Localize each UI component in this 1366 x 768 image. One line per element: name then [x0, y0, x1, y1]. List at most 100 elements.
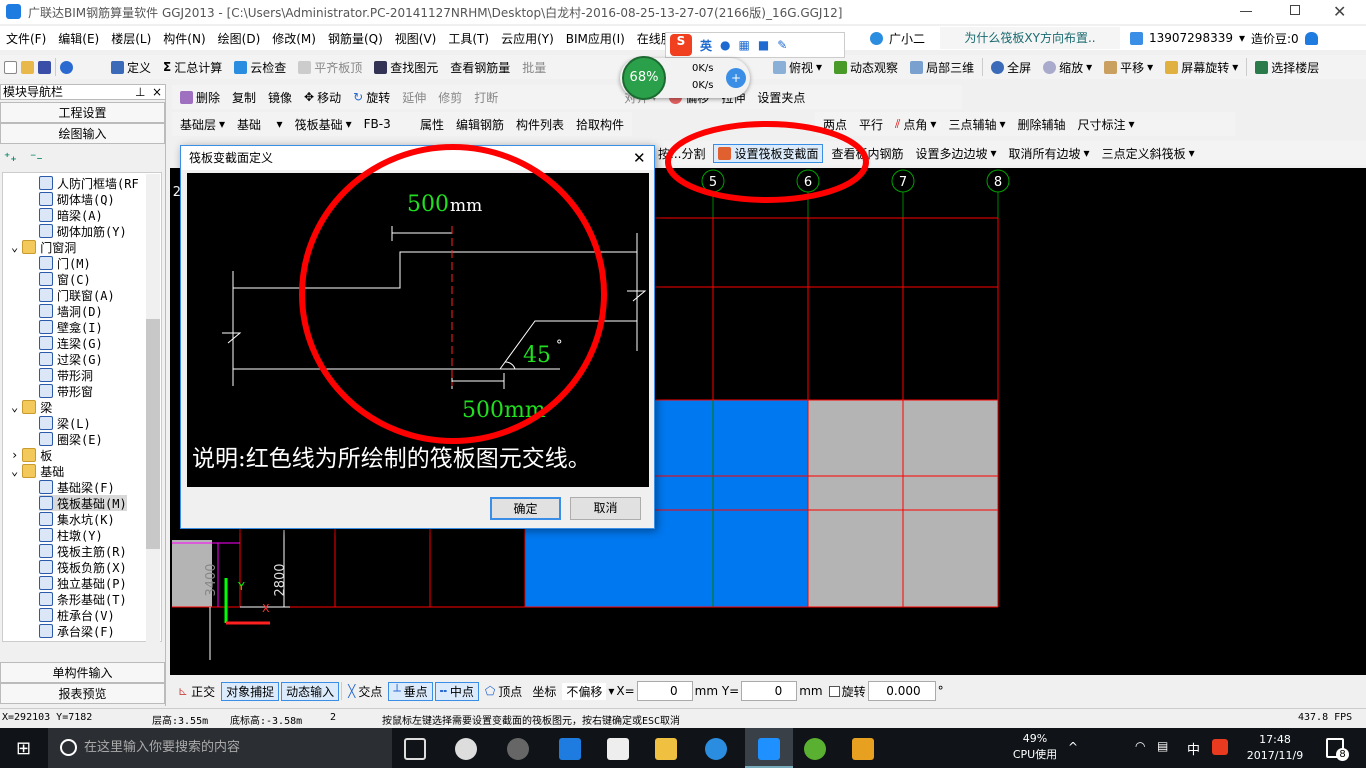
taskbar-search[interactable]: 在这里输入你要搜索的内容: [48, 728, 392, 768]
break-button[interactable]: 打断: [470, 89, 502, 106]
set-slopes-button[interactable]: 设置多边边坡 ▾: [911, 145, 1000, 162]
zoom-button[interactable]: 缩放 ▾: [1039, 59, 1096, 76]
component-list-button[interactable]: 构件列表: [512, 116, 568, 133]
tree-item[interactable]: 承台梁(F): [39, 623, 115, 639]
menu-draw[interactable]: 绘图(D): [212, 30, 267, 47]
wifi-icon[interactable]: ◠: [1135, 739, 1145, 753]
trim-button[interactable]: 修剪: [434, 89, 466, 106]
two-point-button[interactable]: 两点: [819, 116, 851, 133]
dynamic-input-toggle[interactable]: 动态输入: [281, 681, 340, 701]
dialog-title-bar[interactable]: 筏板变截面定义 ✕: [181, 146, 654, 170]
edit-rebar-button[interactable]: 编辑钢筋: [452, 116, 508, 133]
tray-expand-icon[interactable]: ^: [1068, 740, 1078, 754]
tree-item[interactable]: 连梁(G): [39, 335, 103, 351]
tree-item[interactable]: 柱墩(Y): [39, 527, 103, 543]
menu-rebar[interactable]: 钢筋量(Q): [322, 30, 389, 47]
snap-perpendicular[interactable]: ┴ 垂点: [388, 681, 433, 701]
tree-item[interactable]: 暗梁(A): [39, 207, 103, 223]
set-grip-button[interactable]: 设置夹点: [753, 89, 809, 106]
tree-item[interactable]: 壁龛(I): [39, 319, 103, 335]
expand-chevron-icon[interactable]: ⌄: [11, 240, 18, 254]
glodon-taskbar-button[interactable]: [745, 728, 793, 768]
menu-modify[interactable]: 修改(M): [266, 30, 322, 47]
clock[interactable]: 17:48 2017/11/9: [1240, 732, 1310, 764]
tree-item[interactable]: 墙洞(D): [39, 303, 103, 319]
close-panel-icon[interactable]: ×: [152, 85, 162, 99]
fullscreen-button[interactable]: 全屏: [987, 59, 1035, 76]
account[interactable]: 13907298339 ▾ 造价豆:0: [1130, 27, 1318, 49]
point-angle-button[interactable]: ⫽ 点角 ▾: [891, 116, 940, 133]
local-3d-button[interactable]: 局部三维: [906, 59, 978, 76]
task-view-icon[interactable]: [404, 738, 426, 760]
explorer-icon[interactable]: [655, 738, 677, 760]
tree-item[interactable]: 砌体墙(Q): [39, 191, 115, 207]
expand-chevron-icon[interactable]: ⌄: [11, 464, 18, 478]
ime-tray[interactable]: 中: [1187, 739, 1200, 758]
dialog-close-button[interactable]: ✕: [633, 146, 646, 170]
fan-app-icon[interactable]: [455, 738, 477, 760]
cloud-check-button[interactable]: 云检查: [230, 59, 290, 76]
tree-item[interactable]: 门联窗(A): [39, 287, 115, 303]
menu-view[interactable]: 视图(V): [389, 30, 443, 47]
save-icon[interactable]: [38, 60, 51, 74]
tree-item[interactable]: 过梁(G): [39, 351, 103, 367]
expand-all-icon[interactable]: ⁺₊: [4, 150, 17, 164]
tab-project-settings[interactable]: 工程设置: [0, 102, 165, 123]
ime-toolbar[interactable]: S 英 ● ▦ ■ ✎: [665, 32, 845, 58]
menu-component[interactable]: 构件(N): [157, 30, 211, 47]
mirror-button[interactable]: 镜像: [264, 89, 296, 106]
minimize-button[interactable]: [1240, 11, 1252, 12]
expand-chevron-icon[interactable]: ⌄: [11, 400, 18, 414]
undo-icon[interactable]: [60, 60, 73, 74]
tree-item[interactable]: 桩承台(V): [39, 607, 115, 623]
open-folder-icon[interactable]: [21, 60, 34, 74]
keyboard-tray-icon[interactable]: ▤: [1157, 739, 1168, 753]
screen-rotate-button[interactable]: 屏幕旋转 ▾: [1161, 59, 1242, 76]
bell-icon[interactable]: [1304, 31, 1318, 45]
sum-calc-button[interactable]: Σ 汇总计算: [159, 59, 226, 76]
net-speed-widget[interactable]: 68% 0K/s 0K/s +: [620, 56, 750, 100]
restore-button[interactable]: [1290, 5, 1300, 15]
rotate-input[interactable]: 0.000: [867, 681, 936, 701]
menu-file[interactable]: 文件(F): [0, 30, 52, 47]
memory-gauge[interactable]: 68%: [622, 56, 666, 100]
green-app-icon[interactable]: [804, 738, 826, 760]
notes-app-icon[interactable]: [852, 738, 874, 760]
tree-item[interactable]: 带形窗: [39, 383, 93, 399]
tree-item[interactable]: 圈梁(E): [39, 431, 103, 447]
parallel-button[interactable]: 平行: [855, 116, 887, 133]
expand-chevron-icon[interactable]: ›: [11, 448, 18, 462]
snap-coordinate[interactable]: 坐标: [528, 683, 560, 700]
view-rebar-button[interactable]: 查看钢筋量: [446, 59, 514, 76]
x-input[interactable]: 0: [636, 681, 693, 701]
tree-item[interactable]: 集水坑(K): [39, 511, 115, 527]
select-floor-button[interactable]: 选择楼层: [1251, 59, 1323, 76]
rotate-checkbox[interactable]: [828, 685, 840, 697]
menu-cloud[interactable]: 云应用(Y): [495, 30, 560, 47]
edge-icon[interactable]: [559, 738, 581, 760]
tree-item[interactable]: 筏板负筋(X): [39, 559, 127, 575]
tab-report-preview[interactable]: 报表预览: [0, 683, 165, 704]
tab-drawing-input[interactable]: 绘图输入: [0, 123, 165, 144]
pick-component-button[interactable]: 拾取构件: [572, 116, 628, 133]
menu-edit[interactable]: 编辑(E): [52, 30, 105, 47]
menu-bim[interactable]: BIM应用(I): [560, 30, 631, 47]
ortho-toggle[interactable]: ⊾ 正交: [174, 683, 219, 700]
tree-item[interactable]: 条形基础(T): [39, 591, 127, 607]
tree-item[interactable]: ⌄ 门窗洞: [11, 239, 76, 255]
snap-intersection[interactable]: ╳ 交点: [344, 683, 386, 700]
menu-tools[interactable]: 工具(T): [442, 30, 495, 47]
cancel-button[interactable]: 取消: [570, 497, 641, 520]
extend-button[interactable]: 延伸: [398, 89, 430, 106]
assistant-link[interactable]: 广小二: [889, 30, 925, 47]
snap-midpoint[interactable]: ╍ 中点: [434, 681, 479, 701]
three-point-slope-button[interactable]: 三点定义斜筏板 ▾: [1098, 145, 1199, 162]
mic-icon[interactable]: ●: [720, 38, 730, 52]
component-select[interactable]: FB-3: [360, 117, 412, 131]
orbit-button[interactable]: 动态观察: [830, 59, 902, 76]
boost-icon[interactable]: +: [726, 68, 746, 88]
pan-button[interactable]: 平移 ▾: [1100, 59, 1157, 76]
wrench-icon[interactable]: ✎: [777, 38, 787, 52]
ime-mode[interactable]: 英: [700, 37, 712, 54]
start-button[interactable]: ⊞: [16, 738, 31, 759]
